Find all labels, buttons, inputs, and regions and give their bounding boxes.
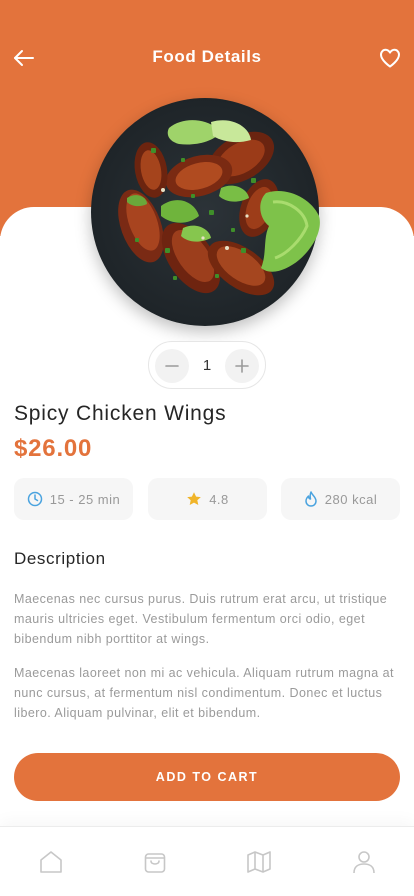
prep-time-label: 15 - 25 min <box>49 491 121 507</box>
shopping-bag-icon <box>144 853 166 873</box>
favorite-button[interactable] <box>376 44 404 72</box>
description-paragraph: Maecenas laoreet non mi ac vehicula. Ali… <box>14 666 394 720</box>
quantity-stepper: 1 <box>148 341 266 389</box>
nav-home[interactable] <box>36 847 66 877</box>
flame-icon <box>305 491 317 507</box>
description-heading: Description <box>14 549 106 568</box>
clock-icon <box>27 491 42 507</box>
decrease-quantity-button[interactable] <box>155 349 189 383</box>
minus-icon <box>165 365 179 367</box>
description-paragraph: Maecenas nec cursus purus. Duis rutrum e… <box>14 592 388 646</box>
food-name: Spicy Chicken Wings <box>14 402 227 425</box>
calories-label: 280 kcal <box>324 491 378 507</box>
nav-map[interactable] <box>244 847 274 877</box>
food-price: $26.00 <box>14 435 93 462</box>
food-image <box>91 98 320 326</box>
home-icon <box>40 851 62 873</box>
rating-badge: 4.8 <box>148 478 267 520</box>
map-icon <box>247 851 271 873</box>
plus-icon <box>235 359 249 373</box>
nav-shopping-bag[interactable] <box>140 847 170 877</box>
heart-icon <box>380 48 400 68</box>
nav-profile[interactable] <box>349 847 379 877</box>
calories-badge: 280 kcal <box>281 478 400 520</box>
page-title: Food Details <box>152 47 262 66</box>
rating-label: 4.8 <box>209 491 229 507</box>
bottom-navigation <box>0 826 414 896</box>
increase-quantity-button[interactable] <box>225 349 259 383</box>
user-icon <box>353 851 375 874</box>
quantity-value: 1 <box>202 357 212 374</box>
star-icon <box>187 492 202 505</box>
add-to-cart-button[interactable]: ADD TO CART <box>14 753 400 801</box>
prep-time-badge: 15 - 25 min <box>14 478 133 520</box>
